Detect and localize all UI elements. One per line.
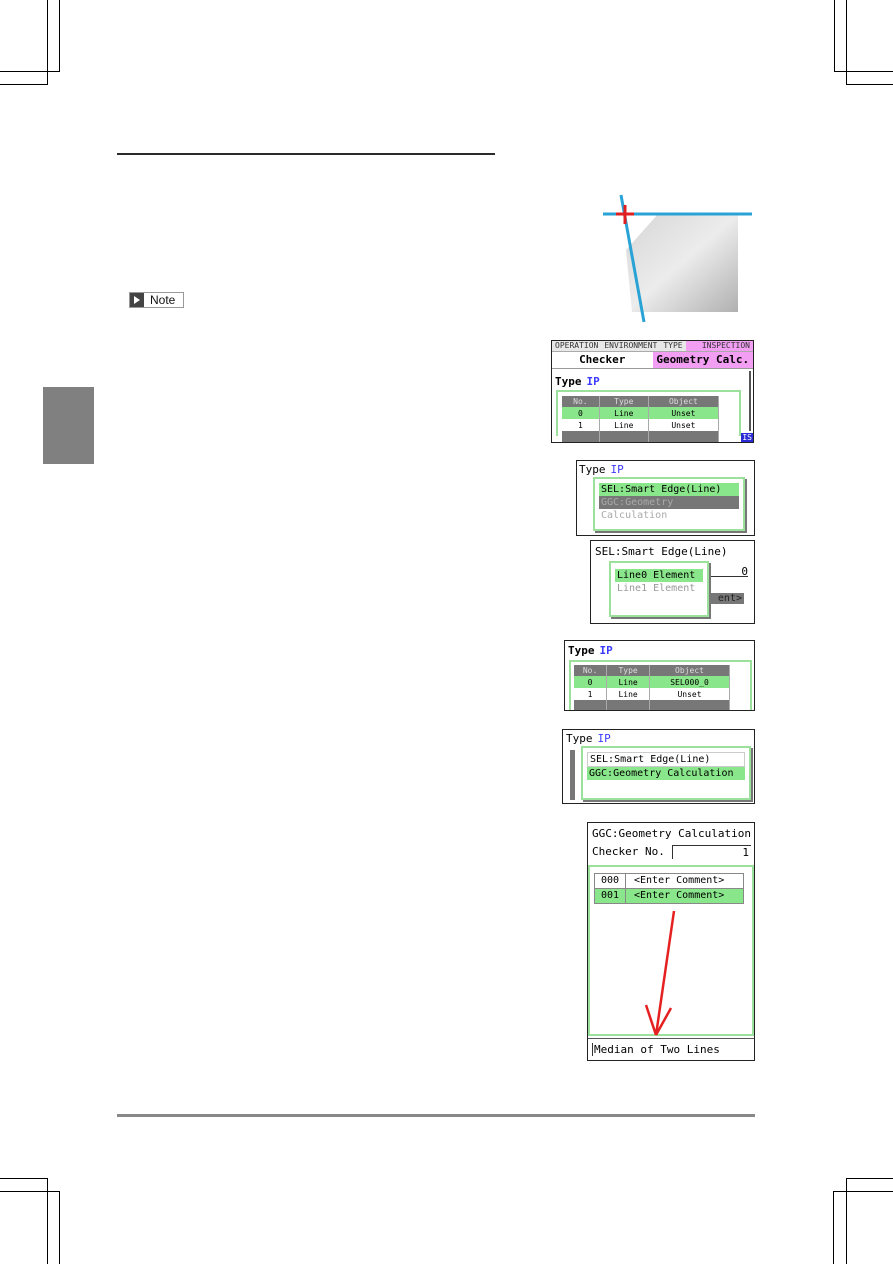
type-label: Type (555, 375, 582, 388)
table-row-empty (574, 700, 730, 710)
crop-mark-top-right-inner (834, 0, 893, 72)
top-tab-bar: OPERATION ENVIRONMENT TYPE INSPECTION (552, 341, 753, 352)
type-value: IP (597, 732, 611, 745)
crop-mark-bottom-right-inner (833, 1191, 893, 1264)
scrollbar[interactable] (749, 371, 751, 431)
option-geometry-calc[interactable]: GGC:Geometry Calculation (599, 496, 739, 521)
type-label: Type (566, 732, 593, 745)
type-value: IP (610, 463, 624, 476)
line-table-panel: No. Type Object 0 Line SEL000_0 1 Line U… (569, 660, 752, 710)
type-row: Type IP (566, 732, 611, 745)
option-geometry-calc[interactable]: GGC:Geometry Calculation (587, 767, 745, 780)
table-row-empty (562, 431, 720, 442)
crop-mark-top-left-inner (0, 0, 60, 72)
source-popup: SEL:Smart Edge(Line) GGC:Geometry Calcul… (581, 746, 751, 800)
tab-operation[interactable]: OPERATION (552, 341, 601, 351)
table-row[interactable]: 0 Line SEL000_0 (574, 676, 730, 688)
crop-mark-bottom-left-inner (0, 1191, 60, 1264)
status-text: Median of Two Lines (592, 1043, 720, 1056)
option-line1-element[interactable]: Line1 Element (615, 582, 703, 595)
type-row: Type IP (568, 644, 613, 657)
screen-source-select-sel: Type IP SEL:Smart Edge(Line) GGC:Geometry… (576, 460, 755, 536)
type-row: Type IP (579, 463, 624, 476)
status-bar: Median of Two Lines (588, 1038, 754, 1060)
table-row[interactable]: 1 Line Unset (574, 688, 730, 700)
screen-ggc-checker-select: GGC:Geometry Calculation Checker No. 1 0… (587, 822, 755, 1061)
footer-rule (117, 1114, 755, 1117)
table-row[interactable]: 0 Line Unset (562, 407, 720, 419)
source-popup: SEL:Smart Edge(Line) GGC:Geometry Calcul… (593, 477, 745, 531)
header-rule (117, 153, 495, 155)
type-value: IP (586, 375, 600, 388)
intersection-cross-icon (616, 205, 634, 224)
type-value: IP (599, 644, 613, 657)
table-row[interactable]: 1 Line Unset (562, 419, 720, 431)
type-row: Type IP (552, 369, 753, 390)
tab-environment[interactable]: ENVIRONMENT (601, 341, 660, 351)
chapter-side-tab (43, 387, 94, 464)
note-label: Note (150, 293, 176, 307)
screen-element-select: SEL:Smart Edge(Line) 0 ent> Line0 Elemen… (590, 540, 755, 624)
tab-type[interactable]: TYPE (660, 341, 685, 351)
red-arrow-icon (644, 910, 676, 1036)
screen-result-table: Type IP No. Type Object 0 Line SEL000_0 1… (564, 640, 755, 711)
option-smart-edge[interactable]: SEL:Smart Edge(Line) (587, 752, 745, 767)
option-smart-edge[interactable]: SEL:Smart Edge(Line) (599, 483, 739, 496)
element-popup: Line0 Element Line1 Element (609, 561, 709, 617)
screen-geometry-calc-menu: OPERATION ENVIRONMENT TYPE INSPECTION Ch… (551, 340, 754, 443)
type-label: Type (579, 463, 606, 476)
intersection-diagram (603, 194, 752, 323)
line-table-panel: No. Type Object 0 Line Unset 1 Line Unse… (556, 390, 741, 442)
screen-source-select-ggc: Type IP SEL:Smart Edge(Line) GGC:Geometry… (562, 729, 755, 804)
play-icon (130, 293, 144, 307)
tab-checker[interactable]: Checker (552, 352, 653, 368)
tab-geometry-calc[interactable]: Geometry Calc. (652, 352, 753, 368)
sub-tab-bar: Checker Geometry Calc. (552, 352, 753, 369)
corner-badge: IS (741, 433, 753, 442)
left-column-stub (570, 750, 575, 800)
line-table: No. Type Object 0 Line SEL000_0 1 Line U… (574, 665, 730, 710)
type-label: Type (568, 644, 595, 657)
option-line0-element[interactable]: Line0 Element (615, 569, 703, 582)
tab-inspection[interactable]: INSPECTION (685, 341, 753, 351)
line-table: No. Type Object 0 Line Unset 1 Line Unse… (562, 396, 720, 442)
workpiece-shape (626, 214, 738, 312)
table-header: No. Type Object (562, 396, 720, 407)
note-badge: Note (129, 292, 185, 308)
table-header: No. Type Object (574, 665, 730, 676)
screen-title: SEL:Smart Edge(Line) (595, 545, 728, 558)
